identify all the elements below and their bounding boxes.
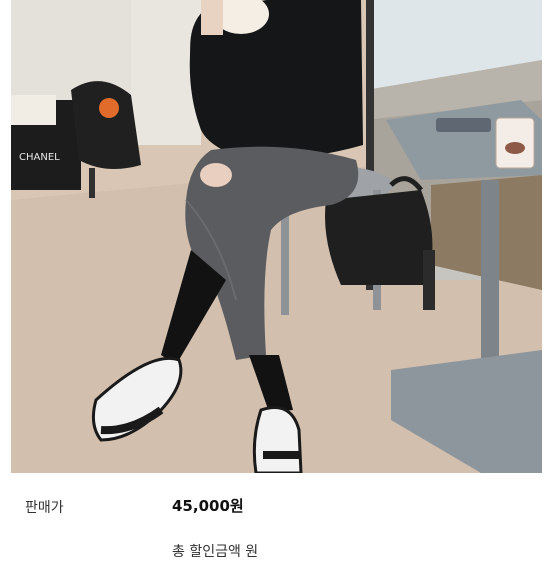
price-section: 판매가 45,000원 총 할인금액 원	[0, 473, 554, 560]
price-value: 45,000원	[172, 497, 244, 515]
price-label: 판매가	[25, 500, 64, 516]
product-photo: CHANEL	[11, 0, 542, 473]
discount-amount-text: 총 할인금액 원	[172, 544, 259, 560]
bag-brand-text: CHANEL	[19, 152, 60, 163]
